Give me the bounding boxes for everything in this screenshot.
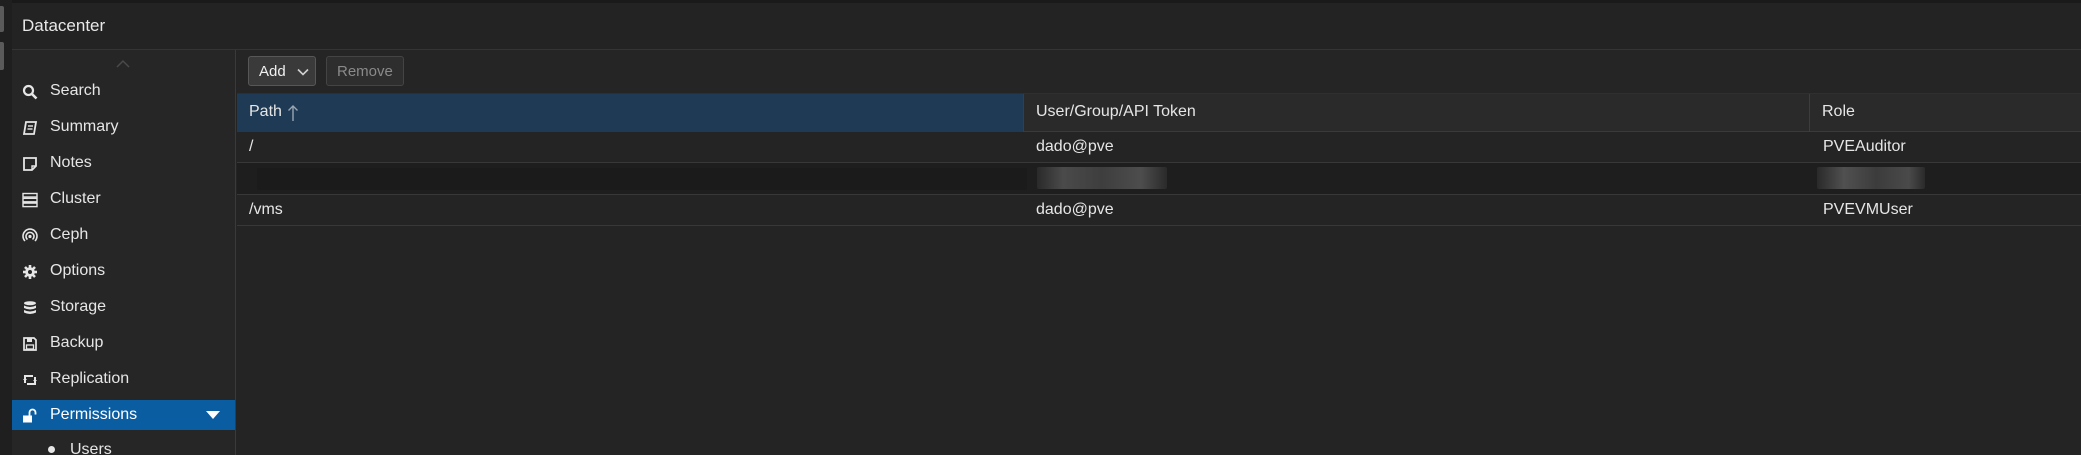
redacted-block [1817,167,1925,189]
cell-role: PVEAuditor [1823,138,1906,155]
sidebar-item-label: Cluster [50,190,101,207]
sidebar-item-label: Search [50,82,101,99]
sort-ascending-icon [288,105,298,121]
sidebar-subitem-label: Users [70,441,112,455]
cell-path: / [249,138,254,155]
floppy-icon [23,337,37,351]
column-header-user[interactable]: User/Group/API Token [1024,94,1810,132]
column-header-path[interactable]: Path [237,94,1024,132]
caret-down-icon[interactable] [206,411,220,419]
redacted-block [257,168,1027,190]
page-title: Datacenter [22,16,106,35]
edge-handle-bottom[interactable] [0,42,4,70]
chevron-down-icon [297,68,309,76]
cell-user: dado@pve [1036,201,1114,218]
redacted-block [1037,167,1167,189]
sidebar-subitem-users[interactable]: Users [12,436,235,455]
table-row-redacted[interactable] [237,163,2081,195]
sidebar-item-backup[interactable]: Backup [12,328,235,358]
bullet-icon [48,446,55,453]
column-header-label: User/Group/API Token [1036,103,1196,120]
table-row[interactable]: /vms dado@pve PVEVMUser [237,195,2081,226]
cell-path: /vms [249,201,283,218]
add-button[interactable]: Add [248,56,316,86]
sidebar-item-label: Backup [50,334,104,351]
unlock-icon [23,408,37,423]
database-icon [24,301,36,314]
sidebar-item-summary[interactable]: Summary [12,112,235,142]
sidebar-item-label: Ceph [50,226,89,243]
column-header-label: Role [1822,103,1855,120]
edge-handle-top[interactable] [0,6,4,32]
panel-header: Datacenter [12,0,2081,50]
sidebar-item-replication[interactable]: Replication [12,364,235,394]
cell-user: dado@pve [1036,138,1114,155]
sidebar-item-permissions[interactable]: Permissions [12,400,235,430]
column-header-role[interactable]: Role [1810,94,2081,132]
sidebar-item-label: Permissions [50,406,138,423]
sidebar-item-label: Notes [50,154,92,171]
sidebar: Search Summary Notes Cluster Ceph Option… [12,50,236,455]
cell-role: PVEVMUser [1823,201,1913,218]
sidebar-item-label: Summary [50,118,119,135]
sidebar-item-label: Options [50,262,106,279]
server-icon [22,192,38,208]
add-button-label: Add [259,62,286,80]
sidebar-item-storage[interactable]: Storage [12,292,235,322]
remove-button[interactable]: Remove [326,56,404,86]
table-row[interactable]: / dado@pve PVEAuditor [237,132,2081,163]
search-icon [22,84,38,100]
book-icon [22,121,38,135]
permissions-grid: Path User/Group/API Token Role / dado@pv… [237,94,2081,455]
column-header-label: Path [249,103,282,120]
sidebar-item-label: Storage [50,298,107,315]
retweet-icon [23,375,37,385]
scroll-up-icon[interactable] [116,58,130,68]
gear-icon [23,265,37,279]
sidebar-item-label: Replication [50,370,130,387]
sidebar-item-cluster[interactable]: Cluster [12,184,235,214]
sidebar-item-search[interactable]: Search [12,76,235,106]
note-icon [23,157,37,171]
sidebar-item-notes[interactable]: Notes [12,148,235,178]
sidebar-item-options[interactable]: Options [12,256,235,286]
remove-button-label: Remove [337,62,393,80]
ceph-icon [22,228,38,242]
grid-header: Path User/Group/API Token Role [237,94,2081,132]
left-edge-strip [0,0,12,455]
sidebar-item-ceph[interactable]: Ceph [12,220,235,250]
app-window: Datacenter Search Summary Notes Cluster … [0,0,2081,455]
toolbar: Add Remove [237,50,2081,94]
